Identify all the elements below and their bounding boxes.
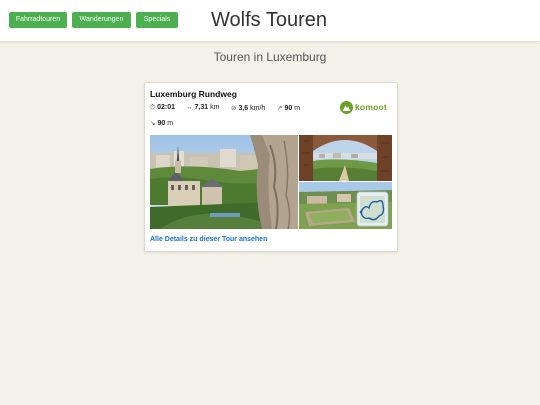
descent-value: 90 [157, 120, 166, 127]
stat-speed: ⊘ 3,6 km/h [231, 104, 265, 112]
komoot-mountain-icon [340, 101, 353, 114]
stat-descent: ↘ 90 m [150, 119, 173, 127]
stat-distance: ↔ 7,31 km [186, 104, 219, 111]
page-heading: Touren in Luxemburg [213, 50, 327, 64]
tour-card: Luxemburg Rundweg ⏱ 02:01 ↔ 7,31 km ⊘ 3,6 k… [144, 82, 398, 252]
ascent-arrow-icon: ↗ [277, 105, 283, 112]
photo-stone-arch-view[interactable] [299, 135, 392, 181]
site-title[interactable]: Wolfs Touren [211, 8, 327, 32]
descent-arrow-icon: ↘ [150, 120, 156, 127]
photo-luxembourg-city[interactable] [150, 135, 298, 229]
stat-duration: ⏱ 02:01 [150, 104, 175, 112]
distance-unit: km [210, 104, 220, 111]
nav-button-wanderungen[interactable]: Wanderungen [72, 12, 131, 28]
stat-ascent: ↗ 90 m [277, 104, 300, 112]
nav-button-specials[interactable]: Specials [136, 12, 178, 28]
duration-value: 02:01 [157, 104, 175, 111]
clock-icon: ⏱ [150, 104, 156, 111]
speed-unit: km/h [250, 105, 266, 112]
speed-value: 3,6 [238, 105, 249, 112]
distance-value: 7,31 [194, 104, 209, 111]
top-navigation-bar: Fahrradtouren Wanderungen Specials Wolfs… [0, 0, 540, 42]
nav-button-fahrradtouren[interactable]: Fahrradtouren [9, 12, 67, 28]
ascent-unit: m [294, 105, 301, 112]
photo-fortress-with-route-map[interactable] [299, 182, 392, 229]
komoot-wordmark: komoot [355, 102, 387, 112]
distance-arrows-icon: ↔ [186, 104, 193, 111]
descent-unit: m [167, 120, 174, 127]
tour-title: Luxemburg Rundweg [150, 89, 237, 99]
tour-photo-collage[interactable] [150, 135, 392, 229]
speed-icon: ⊘ [231, 105, 237, 112]
ascent-value: 90 [284, 105, 293, 112]
tour-details-link[interactable]: Alle Details zu dieser Tour ansehen [150, 236, 267, 243]
